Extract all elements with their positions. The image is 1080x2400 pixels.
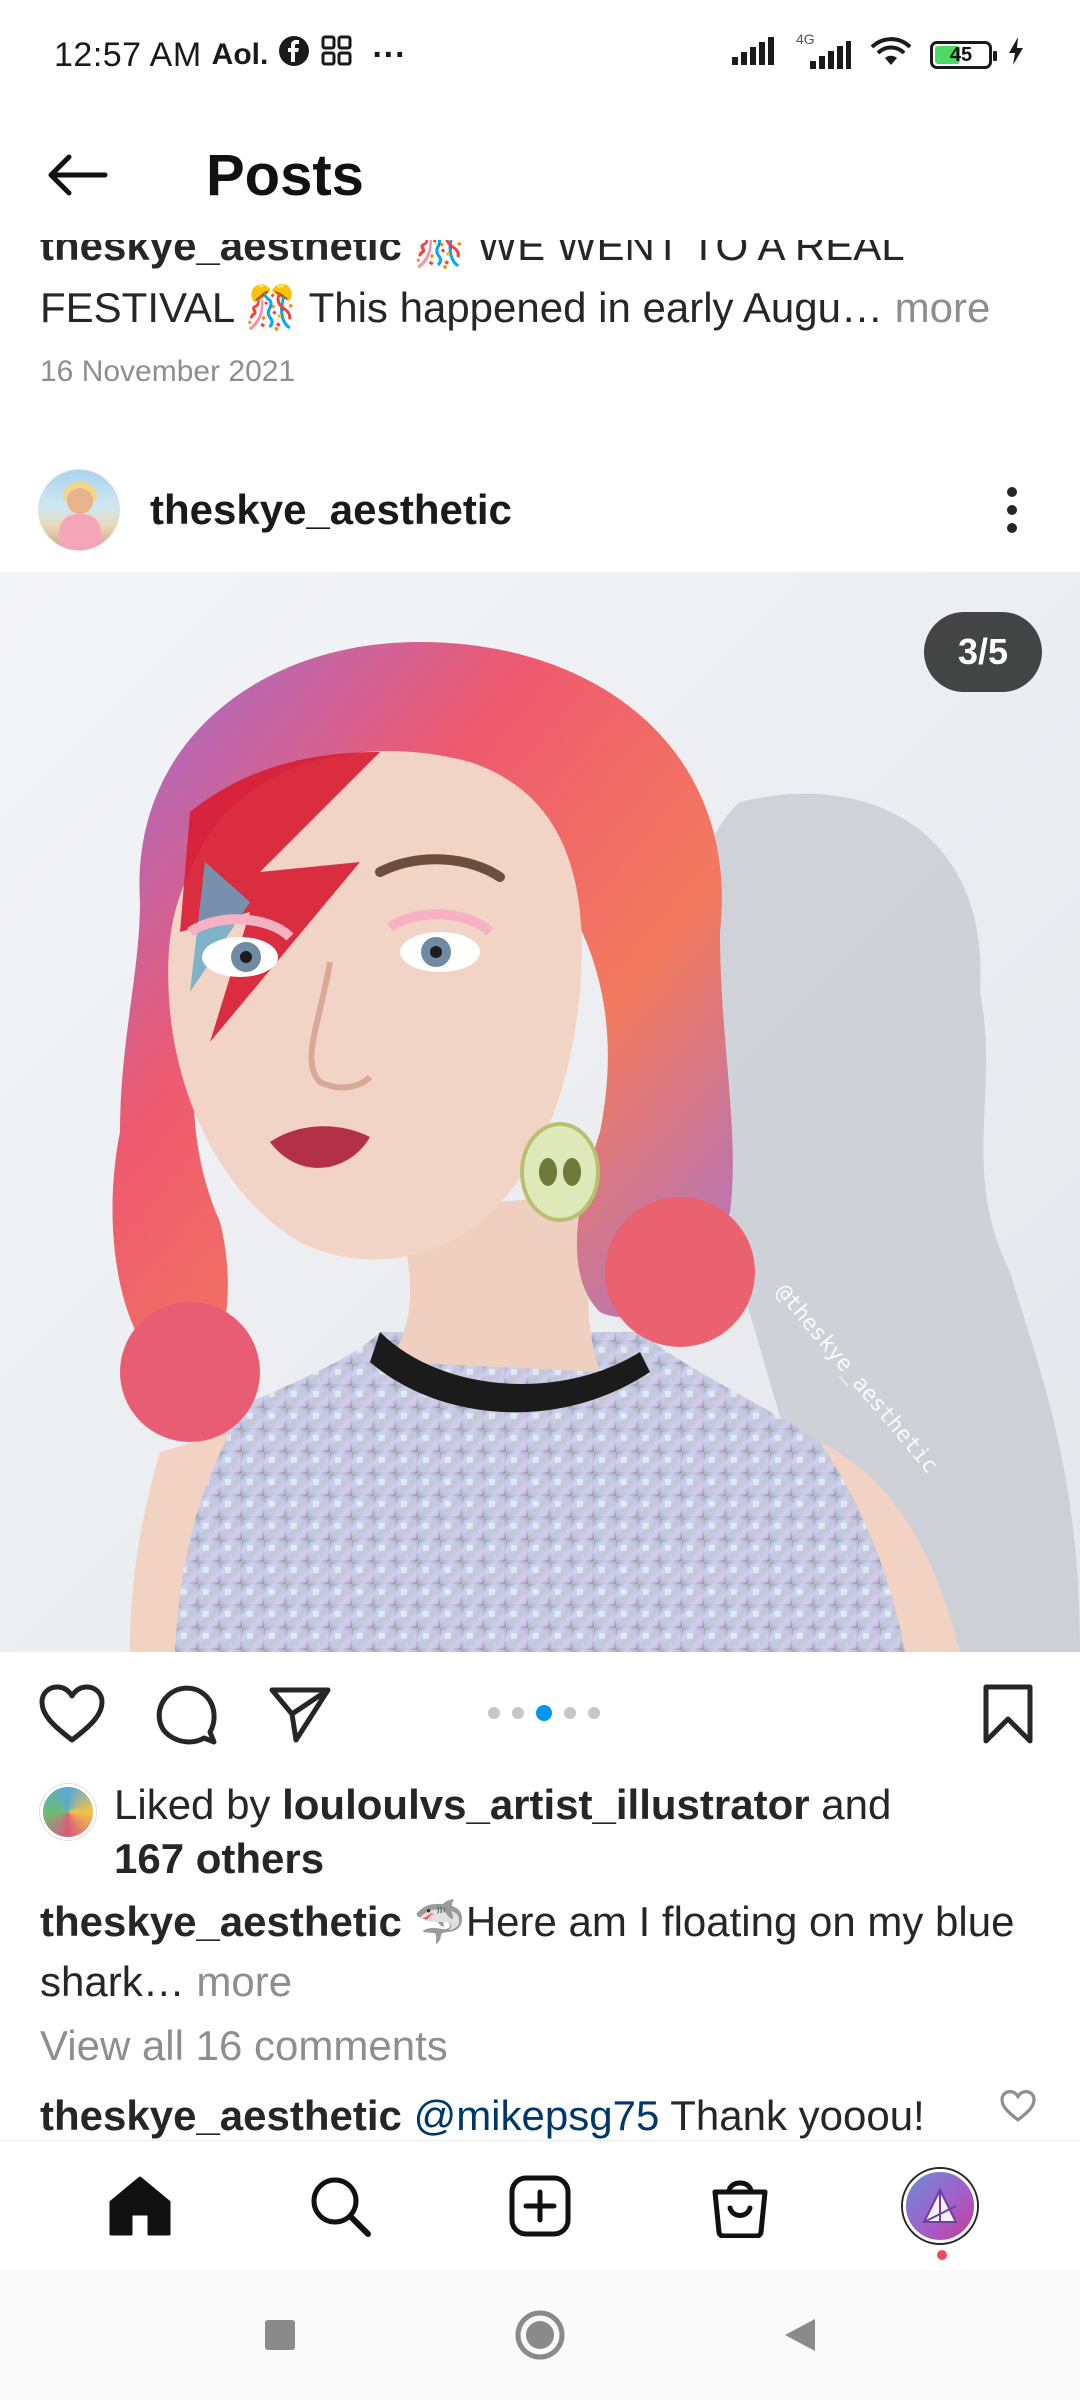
- save-button[interactable]: [970, 1668, 1046, 1760]
- view-all-comments-link[interactable]: View all 16 comments: [40, 2022, 448, 2070]
- network-type-label: 4G: [796, 31, 815, 47]
- share-button[interactable]: [262, 1676, 338, 1752]
- post-image[interactable]: @theskye_aesthetic: [0, 572, 1080, 1652]
- create-icon: [509, 2175, 571, 2236]
- likes-middle: and: [809, 1781, 892, 1828]
- home-icon: [109, 2176, 171, 2235]
- previous-post-date: 16 November 2021: [40, 355, 296, 388]
- charging-icon: [1006, 35, 1026, 76]
- carousel-dot: [588, 1707, 600, 1719]
- carousel-dot: [512, 1707, 524, 1719]
- square-icon: [265, 2320, 295, 2350]
- signal-icon: [730, 35, 782, 76]
- comment-like-button[interactable]: [1000, 2089, 1040, 2130]
- home-system-button[interactable]: [510, 2305, 570, 2365]
- comment-preview[interactable]: theskye_aesthetic @mikepsg75 Thank yooou…: [40, 2088, 970, 2144]
- page-title: Posts: [206, 142, 364, 208]
- post-header: theskye_aesthetic: [0, 450, 1080, 570]
- likes-others[interactable]: 167 others: [114, 1835, 324, 1882]
- liker-username[interactable]: louloulvs_artist_illustrator: [282, 1781, 809, 1828]
- carousel-counter: 3/5: [924, 612, 1042, 692]
- nav-create[interactable]: [492, 2158, 588, 2254]
- heart-icon: [39, 1684, 105, 1743]
- top-header: Posts: [0, 110, 1080, 240]
- nav-profile[interactable]: [892, 2158, 988, 2260]
- signal-4g-icon: 4G: [796, 31, 852, 71]
- triangle-back-icon: [785, 2319, 815, 2351]
- battery-indicator: 45: [930, 41, 997, 69]
- likes-summary[interactable]: Liked by louloulvs_artist_illustrator an…: [40, 1778, 1050, 1886]
- nav-home[interactable]: [92, 2158, 188, 2254]
- post-caption[interactable]: theskye_aesthetic 🦈Here am I floating on…: [40, 1892, 1050, 2012]
- status-bar: 12:57 AM Aol. ··· 4G 45: [0, 0, 1080, 110]
- back-button[interactable]: [40, 139, 112, 211]
- comment-icon: [156, 1685, 217, 1745]
- post-author-avatar[interactable]: [38, 469, 120, 551]
- profile-avatar: [903, 2168, 977, 2243]
- like-button[interactable]: [34, 1676, 110, 1752]
- more-vertical-icon: [1007, 487, 1017, 533]
- caption-more-link[interactable]: more: [185, 1958, 292, 2005]
- carousel-dot: [564, 1707, 576, 1719]
- facebook-notification-icon: [278, 35, 310, 76]
- app-grid-notification-icon: [320, 34, 354, 77]
- more-notifications-icon: ···: [372, 35, 407, 74]
- battery-level: 45: [949, 43, 973, 66]
- carousel-indicator: [488, 1705, 600, 1721]
- comment-mention[interactable]: @mikepsg75: [414, 2092, 660, 2139]
- comment-button[interactable]: [148, 1676, 224, 1752]
- previous-post-more-link[interactable]: more: [883, 284, 991, 331]
- wifi-icon: [866, 33, 916, 78]
- likes-text: Liked by louloulvs_artist_illustrator an…: [114, 1778, 891, 1886]
- search-icon: [311, 2177, 371, 2237]
- post-author-username[interactable]: theskye_aesthetic: [150, 486, 512, 534]
- arrow-left-icon: [48, 154, 108, 196]
- system-nav-bar: [0, 2270, 1080, 2400]
- shop-icon: [712, 2180, 768, 2238]
- send-icon: [269, 1687, 331, 1743]
- status-right: 4G 45: [730, 31, 1026, 78]
- bottom-nav: [0, 2140, 1080, 2270]
- comment-username[interactable]: theskye_aesthetic: [40, 2092, 402, 2139]
- likes-prefix: Liked by: [114, 1781, 283, 1828]
- nav-search[interactable]: [292, 2158, 388, 2254]
- circle-icon: [515, 2310, 565, 2360]
- heart-icon: [1000, 2089, 1036, 2122]
- status-time: 12:57 AM: [54, 35, 202, 74]
- recent-apps-button[interactable]: [250, 2305, 310, 2365]
- status-left: 12:57 AM Aol. ···: [54, 34, 406, 77]
- post-options-button[interactable]: [982, 480, 1042, 540]
- nav-shop[interactable]: [692, 2158, 788, 2254]
- caption-username[interactable]: theskye_aesthetic: [40, 1898, 402, 1945]
- liker-avatar[interactable]: [40, 1784, 96, 1840]
- carousel-dot-active: [536, 1705, 552, 1721]
- aol-notification-icon: Aol.: [211, 38, 269, 71]
- bookmark-icon: [983, 1684, 1033, 1744]
- comment-text: Thank yooou!: [659, 2092, 925, 2139]
- carousel-dot: [488, 1707, 500, 1719]
- notification-dot: [937, 2249, 947, 2260]
- back-system-button[interactable]: [770, 2305, 830, 2365]
